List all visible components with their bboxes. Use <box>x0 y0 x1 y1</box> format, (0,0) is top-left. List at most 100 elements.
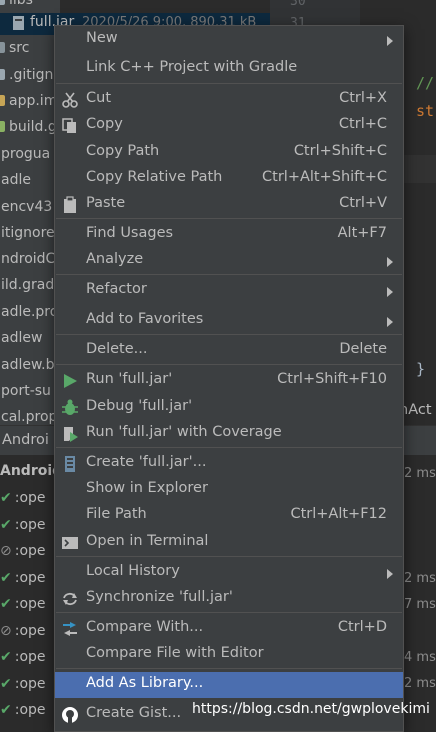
jar-file-icon <box>12 15 26 35</box>
menu-item-copy[interactable]: Copy Ctrl+C <box>55 113 403 139</box>
terminal-icon <box>61 534 79 552</box>
file-icon <box>0 0 5 5</box>
duration-label: 7 ms <box>404 597 436 612</box>
file-icon <box>0 121 5 132</box>
menu-item-label: Local History <box>86 563 180 579</box>
copy-icon <box>61 117 79 135</box>
tree-item-label: libs <box>9 0 33 8</box>
menu-item-cut[interactable]: Cut Ctrl+X <box>55 87 403 113</box>
menu-separator <box>56 364 402 365</box>
build-task-row[interactable]: ✔:ope <box>0 596 46 612</box>
menu-item-label: Paste <box>86 195 126 211</box>
code-keyword: st <box>416 102 435 120</box>
menu-item-paste[interactable]: Paste Ctrl+V <box>55 192 403 218</box>
code-comment: // <box>416 74 435 92</box>
menu-item-run-full-jar-with-coverage[interactable]: Run 'full.jar' with Coverage <box>55 421 403 447</box>
menu-item-synchronize-full-jar[interactable]: Synchronize 'full.jar' <box>55 586 403 612</box>
tree-item[interactable]: adlew.b <box>0 357 54 373</box>
menu-item-label: Show in Explorer <box>86 480 208 496</box>
menu-item-label: Copy Path <box>86 143 160 159</box>
menu-item-label: Compare With... <box>86 619 204 635</box>
menu-item-show-in-explorer[interactable]: Show in Explorer <box>55 477 403 503</box>
tree-item-label: port-su <box>1 383 51 399</box>
menu-item-copy-relative-path[interactable]: Copy Relative Path Ctrl+Alt+Shift+C <box>55 166 403 192</box>
file-icon <box>0 42 5 53</box>
tree-item-label: itignore <box>1 225 55 241</box>
tree-item-label: build.g <box>9 119 57 135</box>
tree-item-label: adlew.b <box>1 357 55 373</box>
github-icon <box>61 706 79 724</box>
menu-item-find-usages[interactable]: Find Usages Alt+F7 <box>55 222 403 248</box>
duration-label: 2 ms <box>404 571 436 586</box>
code-brace: } <box>416 360 426 378</box>
menu-item-delete[interactable]: Delete... Delete <box>55 338 403 364</box>
tree-item[interactable]: adle.pro <box>0 304 58 320</box>
build-tab[interactable]: Androi <box>2 432 49 448</box>
build-task-label: :ope <box>14 569 46 586</box>
tree-item[interactable]: port-su <box>0 383 51 399</box>
menu-item-label: Add to Favorites <box>86 311 204 327</box>
build-task-row[interactable]: ⊘:ope <box>0 543 46 559</box>
build-task-label: :ope <box>14 543 46 559</box>
menu-item-add-to-favorites[interactable]: Add to Favorites <box>55 308 403 334</box>
menu-item-link-c-project-with-gradle[interactable]: Link C++ Project with Gradle <box>55 56 403 82</box>
tree-item-label: .gitign <box>9 67 54 83</box>
build-task-row[interactable]: ✔:ope <box>0 676 46 692</box>
submenu-arrow-icon <box>387 36 393 46</box>
menu-item-add-as-library[interactable]: Add As Library... <box>55 672 403 698</box>
tree-item[interactable]: cal.prop <box>0 409 57 425</box>
success-check-icon: ✔ <box>0 490 12 506</box>
menu-item-copy-path[interactable]: Copy Path Ctrl+Shift+C <box>55 140 403 166</box>
menu-item-file-path[interactable]: File Path Ctrl+Alt+F12 <box>55 503 403 529</box>
tree-item[interactable]: .gitign <box>0 67 53 83</box>
menu-item-label: File Path <box>86 506 147 522</box>
menu-separator <box>56 447 402 448</box>
menu-item-run-full-jar[interactable]: Run 'full.jar' Ctrl+Shift+F10 <box>55 368 403 394</box>
build-task-row[interactable]: ✔:ope <box>0 702 46 718</box>
tree-item[interactable]: ild.grad <box>0 277 54 293</box>
build-task-label: :ope <box>14 649 46 665</box>
menu-item-label: Delete... <box>86 341 148 357</box>
submenu-arrow-icon <box>387 569 393 579</box>
menu-item-shortcut: Ctrl+Alt+F12 <box>290 506 387 522</box>
success-check-icon: ✔ <box>0 596 12 612</box>
menu-item-create-full-jar[interactable]: Create 'full.jar'... <box>55 451 403 477</box>
menu-item-label: Run 'full.jar' with Coverage <box>86 424 282 440</box>
menu-item-analyze[interactable]: Analyze <box>55 248 403 274</box>
menu-item-label: Copy Relative Path <box>86 169 223 185</box>
tree-item[interactable]: itignore <box>0 225 55 241</box>
menu-item-new[interactable]: New <box>55 27 403 53</box>
menu-item-local-history[interactable]: Local History <box>55 560 403 586</box>
menu-item-refactor[interactable]: Refactor <box>55 278 403 304</box>
tree-item[interactable]: build.g <box>0 119 57 135</box>
menu-item-label: Find Usages <box>86 225 174 241</box>
build-task-row[interactable]: ✔:ope <box>0 517 46 533</box>
tree-item[interactable]: ndroidC <box>0 251 55 267</box>
menu-separator <box>56 334 402 335</box>
build-task-label: :ope <box>14 516 46 533</box>
tree-item[interactable]: adlew <box>0 330 42 346</box>
menu-item-open-in-terminal[interactable]: Open in Terminal <box>55 530 403 556</box>
menu-item-shortcut: Ctrl+V <box>339 195 387 211</box>
tree-item[interactable]: app.im <box>0 93 57 109</box>
menu-item-compare-with[interactable]: Compare With... Ctrl+D <box>55 616 403 642</box>
menu-item-compare-file-with-editor[interactable]: Compare File with Editor <box>55 642 403 668</box>
menu-item-debug-full-jar[interactable]: Debug 'full.jar' <box>55 395 403 421</box>
menu-item-label: Create 'full.jar'... <box>86 454 207 470</box>
success-check-icon: ✔ <box>0 516 12 533</box>
build-task-row[interactable]: ✔:ope <box>0 649 46 665</box>
tree-item-label: src <box>9 40 30 56</box>
tree-item[interactable]: encv43 <box>0 199 52 215</box>
tree-item[interactable]: src <box>0 40 29 56</box>
tree-item[interactable]: adle <box>0 172 31 188</box>
tree-item-label: app.im <box>9 93 58 109</box>
tree-item[interactable]: libs <box>0 0 33 8</box>
build-task-row[interactable]: ✔:ope <box>0 490 46 506</box>
tree-item-label: cal.prop <box>1 409 58 425</box>
menu-item-label: Cut <box>86 90 111 106</box>
tree-item[interactable]: proguа <box>0 146 50 162</box>
build-task-row[interactable]: ⊘:ope <box>0 623 46 639</box>
build-task-row[interactable]: ✔:ope <box>0 570 46 586</box>
menu-separator <box>56 612 402 613</box>
build-root[interactable]: Android <box>0 463 62 479</box>
